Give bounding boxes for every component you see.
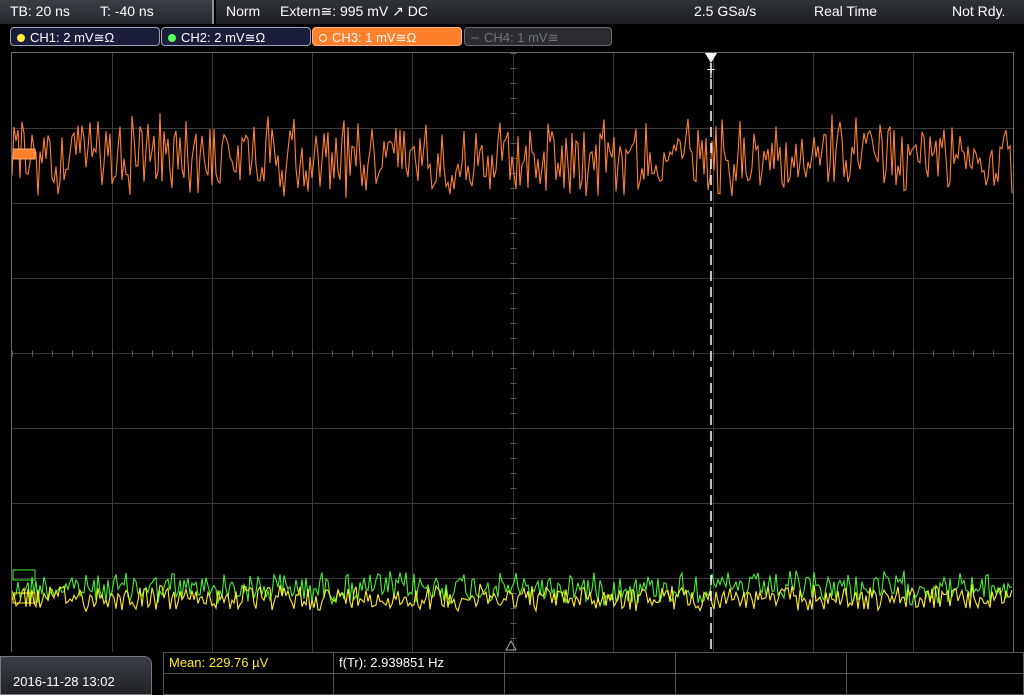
channel-1-tab[interactable]: CH1: 2 mV≅Ω: [10, 27, 160, 46]
datetime-label: 2016-11-28 13:02: [13, 674, 115, 689]
channel-3-tab[interactable]: CH3: 1 mV≅Ω: [312, 27, 462, 46]
ch3-offset-marker[interactable]: [12, 148, 36, 160]
channel-4-label: CH4: 1 mV≅: [484, 30, 559, 45]
measurement-cell[interactable]: [504, 673, 676, 695]
mean-measurement: Mean: 229.76 µV: [169, 655, 269, 670]
bottom-bar: 2016-11-28 13:02 Mean: 229.76 µV f(Tr): …: [0, 652, 1024, 695]
measurement-cell[interactable]: [504, 652, 676, 674]
acquisition-mode-label: Real Time: [814, 3, 878, 19]
channel-3-trace: [12, 113, 1013, 198]
channel-2-tab[interactable]: CH2: 2 mV≅Ω: [161, 27, 311, 46]
measurement-cell[interactable]: [675, 673, 847, 695]
datetime-panel[interactable]: 2016-11-28 13:02: [0, 656, 152, 695]
waveform-display[interactable]: T: [11, 52, 1014, 654]
trigger-time-label: T: -40 ns: [100, 3, 154, 19]
measurement-cell[interactable]: [846, 652, 1024, 674]
waveform-canvas: T: [12, 53, 1013, 653]
measurement-cell[interactable]: [846, 673, 1024, 695]
trigger-marker: T: [707, 66, 715, 81]
timebase-label: TB: 20 ns: [10, 3, 70, 19]
status-bar: TB: 20 ns T: -40 ns Norm Extern≅: 995 mV…: [0, 0, 1024, 24]
measurement-cell[interactable]: [333, 673, 505, 695]
channel-bar: CH1: 2 mV≅Ω CH2: 2 mV≅Ω CH3: 1 mV≅Ω CH4:…: [0, 24, 1024, 50]
center-reference-icon: [505, 639, 517, 651]
channel-1-label: CH1: 2 mV≅Ω: [30, 30, 115, 45]
channel-4-indicator-icon: [471, 37, 479, 39]
measurement-cell[interactable]: [675, 652, 847, 674]
run-state-label: Not Rdy.: [952, 3, 1006, 19]
channel-3-label: CH3: 1 mV≅Ω: [332, 30, 417, 45]
acquisition-panel[interactable]: Norm Extern≅: 995 mV ↗ DC 2.5 GSa/s Real…: [216, 0, 1024, 24]
traces: [12, 113, 1013, 614]
channel-4-tab[interactable]: CH4: 1 mV≅: [464, 27, 612, 46]
channel-3-indicator-icon: [319, 34, 327, 42]
channel-2-label: CH2: 2 mV≅Ω: [181, 30, 266, 45]
measurement-cell[interactable]: [163, 673, 334, 695]
frequency-measurement: f(Tr): 2.939851 Hz: [339, 655, 445, 670]
trigger-arrow-icon[interactable]: [705, 53, 717, 63]
timebase-panel[interactable]: TB: 20 ns T: -40 ns: [0, 0, 214, 24]
channel-1-indicator-icon: [17, 34, 25, 42]
sample-rate-label: 2.5 GSa/s: [694, 3, 757, 19]
measurement-panel: Mean: 229.76 µV f(Tr): 2.939851 Hz: [163, 652, 1024, 695]
trigger-mode-label: Norm: [226, 3, 261, 19]
channel-2-indicator-icon: [168, 34, 176, 42]
trigger-source-label: Extern≅: 995 mV ↗ DC: [280, 3, 428, 19]
